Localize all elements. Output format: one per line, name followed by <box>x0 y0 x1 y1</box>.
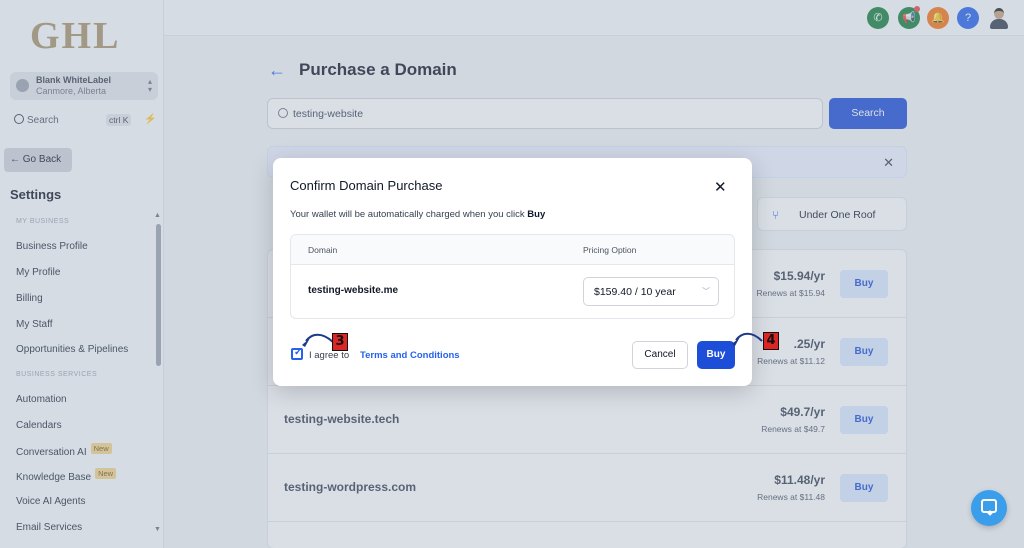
chat-widget-button[interactable] <box>971 490 1007 526</box>
step-3-marker: 3 <box>332 333 348 351</box>
chat-icon <box>981 499 997 513</box>
step-3-arrow <box>305 333 334 343</box>
step-4-arrowhead <box>732 337 740 346</box>
step-4-marker: 4 <box>763 332 779 350</box>
annotation-arrows <box>302 332 763 347</box>
step-3-arrowhead <box>302 338 310 347</box>
step-4-arrow <box>735 332 763 342</box>
